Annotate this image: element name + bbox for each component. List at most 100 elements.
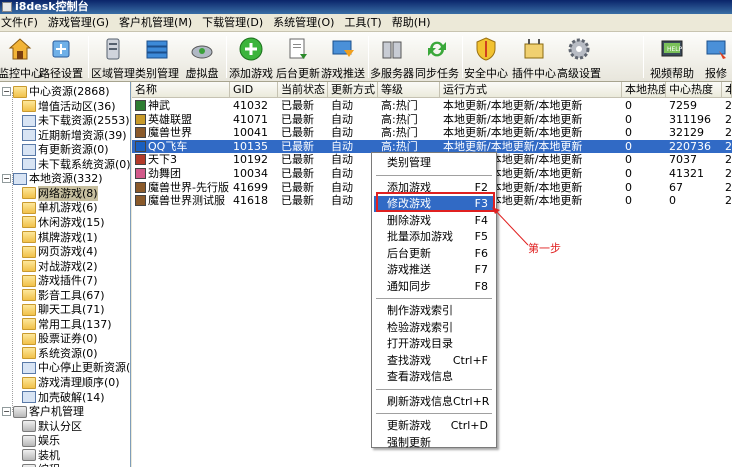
context-menu-item[interactable]: 批量添加游戏 F5 bbox=[374, 229, 494, 245]
context-menu-item[interactable]: 查找游戏 Ctrl+F bbox=[374, 353, 494, 369]
toolbar-button-11[interactable]: 插件中心 bbox=[512, 34, 556, 80]
column-header[interactable]: GID bbox=[230, 82, 278, 98]
tree-node[interactable]: 游戏清理顺序(0) bbox=[22, 375, 120, 390]
table-row[interactable]: QQ飞车 10135 已最新 自动 高:热门 本地更新/本地更新/本地更新 0 220736 2 bbox=[132, 139, 732, 153]
column-header[interactable]: 更新方式 bbox=[328, 82, 378, 98]
context-menu-item[interactable]: 刷新游戏信息 Ctrl+R bbox=[374, 394, 494, 410]
category-tree[interactable]: − 中心资源(2868) 增值活动区(36) 未下载资源(2553) 近期新增资源(39… bbox=[0, 82, 131, 467]
menu-item-4[interactable]: 系统管理(O) bbox=[268, 14, 339, 32]
tree-node[interactable]: 聊天工具(71) bbox=[22, 302, 105, 317]
context-menu-item[interactable]: 检验游戏索引 bbox=[374, 320, 494, 336]
context-menu-item[interactable]: 游戏推送 F7 bbox=[374, 262, 494, 278]
tree-node[interactable]: 休闲游戏(15) bbox=[22, 215, 105, 230]
tree-node[interactable]: 常用工具(137) bbox=[22, 317, 112, 332]
menu-item-shortcut: F7 bbox=[474, 263, 488, 276]
column-header[interactable]: 等级 bbox=[378, 82, 440, 98]
tree-node[interactable]: 棋牌游戏(1) bbox=[22, 230, 98, 245]
table-cell: 41321 bbox=[669, 167, 704, 180]
toolbar-button-7[interactable]: 游戏推送 bbox=[320, 34, 366, 80]
menu-item-2[interactable]: 客户机管理(M) bbox=[114, 14, 197, 32]
toolbar-button-13[interactable]: HELP 视频帮助 bbox=[648, 34, 696, 80]
game-icon bbox=[135, 140, 146, 152]
tree-node-label: 编程 bbox=[38, 462, 60, 467]
tree-node[interactable]: 有更新资源(0) bbox=[22, 142, 109, 157]
tree-node[interactable]: 增值活动区(36) bbox=[22, 99, 116, 114]
table-row[interactable]: 神武 41032 已最新 自动 高:热门 本地更新/本地更新/本地更新 0 7259 2 bbox=[132, 99, 732, 112]
tree-node[interactable]: 游戏插件(7) bbox=[22, 273, 98, 288]
column-header[interactable]: 本 bbox=[722, 82, 732, 98]
tree-node[interactable]: 网页游戏(4) bbox=[22, 244, 98, 259]
tree-node[interactable]: 单机游戏(6) bbox=[22, 200, 98, 215]
table-cell: 0 bbox=[625, 126, 632, 140]
tree-node[interactable]: − 本地资源(332) bbox=[2, 171, 103, 186]
toolbar-button-5[interactable]: 添加游戏 bbox=[228, 34, 274, 80]
tree-node[interactable]: 近期新增资源(39) bbox=[22, 128, 127, 143]
column-header[interactable]: 运行方式 bbox=[440, 82, 622, 98]
menu-item-label: 类别管理 bbox=[387, 156, 431, 169]
plugin-icon bbox=[521, 36, 547, 62]
toolbar-button-0[interactable]: 监控中心 bbox=[0, 34, 42, 80]
folder-icon bbox=[13, 85, 27, 98]
toolbar-button-9[interactable]: 同步任务 bbox=[414, 34, 460, 80]
context-menu-item[interactable]: 强制更新 bbox=[374, 435, 494, 451]
toolbar-button-1[interactable]: 路径设置 bbox=[38, 34, 84, 80]
tree-node[interactable]: 中心停止更新资源(0 bbox=[22, 360, 130, 375]
table-cell: 高:热门 bbox=[381, 112, 418, 126]
tree-node[interactable]: 娱乐 bbox=[22, 433, 60, 448]
tree-node[interactable]: 装机 bbox=[22, 448, 60, 463]
context-menu-item[interactable]: 删除游戏 F4 bbox=[374, 213, 494, 229]
collapse-icon[interactable]: − bbox=[2, 174, 11, 184]
tree-node[interactable]: 加壳破解(14) bbox=[22, 390, 105, 405]
context-menu-item[interactable]: 更新游戏 Ctrl+D bbox=[374, 418, 494, 434]
tree-node-label: 装机 bbox=[38, 448, 60, 462]
table-row[interactable]: 英雄联盟 41071 已最新 自动 高:热门 本地更新/本地更新/本地更新 0 311196 2 bbox=[132, 113, 732, 126]
table-cell: 神武 bbox=[132, 99, 230, 112]
context-menu-item[interactable]: 后台更新 F6 bbox=[374, 246, 494, 262]
menu-item-label: 刷新游戏信息 bbox=[387, 394, 453, 408]
tree-node[interactable]: − 中心资源(2868) bbox=[2, 84, 110, 99]
column-header[interactable]: 当前状态 bbox=[278, 82, 328, 98]
table-cell: 本地更新/本地更新/本地更新 bbox=[443, 126, 583, 140]
tree-node[interactable]: 默认分区 bbox=[22, 419, 82, 434]
context-menu-item[interactable]: 打开游戏目录 bbox=[374, 336, 494, 352]
toolbar-button-3[interactable]: 类别管理 bbox=[134, 34, 180, 80]
context-menu-item[interactable]: 类别管理 bbox=[374, 155, 494, 171]
tree-node[interactable]: 未下载资源(2553) bbox=[22, 113, 130, 128]
menu-item-3[interactable]: 下载管理(D) bbox=[197, 14, 268, 32]
menu-item-shortcut: Ctrl+R bbox=[453, 394, 490, 408]
context-menu-item[interactable]: 制作游戏索引 bbox=[374, 303, 494, 319]
collapse-icon[interactable]: − bbox=[2, 87, 11, 96]
tree-node[interactable]: 系统资源(0) bbox=[22, 346, 98, 361]
column-header[interactable]: 本地热度 bbox=[622, 82, 666, 98]
context-menu-item[interactable]: 通知同步 F8 bbox=[374, 279, 494, 295]
column-header[interactable]: 中心热度 bbox=[666, 82, 722, 98]
toolbar-button-2[interactable]: 区域管理 bbox=[91, 34, 135, 80]
folder-icon bbox=[22, 187, 36, 200]
toolbar-button-6[interactable]: 后台更新 bbox=[276, 34, 320, 80]
menu-item-5[interactable]: 工具(T) bbox=[339, 14, 386, 32]
menu-item-0[interactable]: 文件(F) bbox=[0, 14, 43, 32]
tree-node[interactable]: − 客户机管理 bbox=[2, 404, 84, 419]
toolbar-button-4[interactable]: 虚拟盘 bbox=[184, 34, 220, 80]
table-row[interactable]: 魔兽世界 10041 已最新 自动 高:热门 本地更新/本地更新/本地更新 0 32129 2 bbox=[132, 126, 732, 139]
tree-node-label: 网页游戏(4) bbox=[38, 245, 98, 259]
tree-node[interactable]: 编程 bbox=[22, 462, 60, 467]
toolbar-button-12[interactable]: 高级设置 bbox=[556, 34, 602, 80]
folder-icon bbox=[22, 303, 36, 316]
toolbar-button-10[interactable]: 安全中心 bbox=[464, 34, 508, 80]
column-header[interactable]: 名称 bbox=[132, 82, 230, 98]
tree-node[interactable]: 网络游戏(8) bbox=[22, 185, 98, 201]
tree-node-label: 本地资源(332) bbox=[29, 172, 103, 186]
menu-separator bbox=[376, 298, 492, 299]
toolbar-button-8[interactable]: 多服务器 bbox=[370, 34, 414, 80]
tree-node[interactable]: 股票证券(0) bbox=[22, 331, 98, 346]
context-menu-item[interactable]: 查看游戏信息 bbox=[374, 369, 494, 385]
collapse-icon[interactable]: − bbox=[2, 407, 11, 417]
tree-node[interactable]: 未下载系统资源(0) bbox=[22, 157, 130, 172]
toolbar-button-14[interactable]: 报修 bbox=[700, 34, 732, 80]
menu-item-6[interactable]: 帮助(H) bbox=[387, 14, 436, 32]
tree-node[interactable]: 对战游戏(2) bbox=[22, 259, 98, 274]
tree-node[interactable]: 影音工具(67) bbox=[22, 288, 105, 303]
menu-item-1[interactable]: 游戏管理(G) bbox=[43, 14, 114, 32]
table-cell: 0 bbox=[625, 112, 632, 126]
